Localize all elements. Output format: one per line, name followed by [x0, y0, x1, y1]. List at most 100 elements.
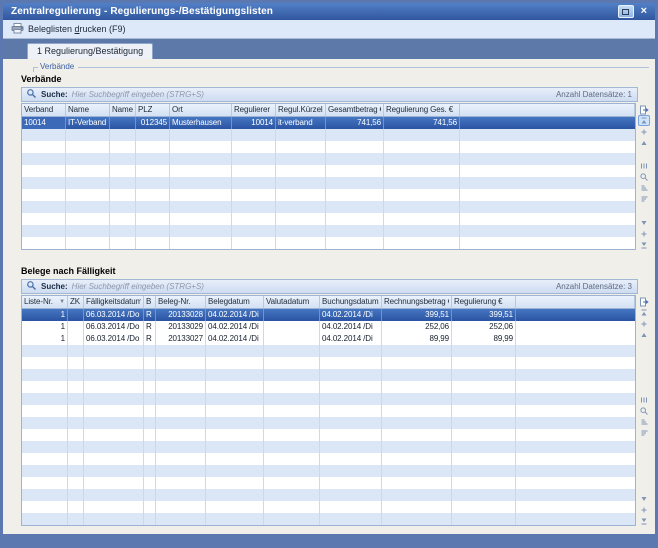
beleg-row[interactable]: 1 06.03.2014 /Do R 20133027 04.02.2014 /…	[22, 333, 635, 345]
sort-ascending-icon[interactable]	[638, 417, 650, 428]
cell-beleg-nr: 20133029	[156, 321, 206, 333]
cell-buchungsdatum: 04.02.2014 /Di	[320, 333, 382, 345]
cell-faelligkeitsdatum: 06.03.2014 /Do	[84, 309, 144, 321]
sort-ascending-icon[interactable]	[638, 183, 650, 194]
empty-row[interactable]	[22, 405, 635, 417]
empty-row[interactable]	[22, 369, 635, 381]
column-options-icon[interactable]	[638, 161, 650, 172]
groupbox-corner	[33, 67, 38, 72]
empty-row[interactable]	[22, 477, 635, 489]
column-header[interactable]: B	[144, 296, 156, 308]
cell-rechnungsbetrag: 252,06	[382, 321, 452, 333]
column-header[interactable]: Fälligkeitsdatum	[84, 296, 144, 308]
append-row-icon[interactable]	[638, 504, 650, 515]
empty-row[interactable]	[22, 237, 635, 249]
export-icon[interactable]	[638, 296, 650, 307]
empty-row[interactable]	[22, 489, 635, 501]
empty-row[interactable]	[22, 141, 635, 153]
nav-last-icon[interactable]	[638, 515, 650, 526]
empty-row[interactable]	[22, 213, 635, 225]
verbaende-searchbar: Suche: Anzahl Datensätze: 1	[21, 87, 638, 102]
empty-row[interactable]	[22, 429, 635, 441]
empty-row[interactable]	[22, 393, 635, 405]
search-label: Suche:	[41, 282, 68, 291]
table-verbaende: Verband Name Name 2 PLZ Ort Regulierer R…	[21, 103, 636, 250]
export-icon[interactable]	[638, 104, 650, 115]
cell-buchungsdatum: 04.02.2014 /Di	[320, 309, 382, 321]
column-header[interactable]: Valutadatum	[264, 296, 320, 308]
column-header[interactable]: Regulierung €	[452, 296, 516, 308]
sort-descending-icon[interactable]	[638, 194, 650, 205]
nav-previous-icon[interactable]	[638, 329, 650, 340]
insert-row-icon[interactable]	[638, 318, 650, 329]
empty-row[interactable]	[22, 177, 635, 189]
empty-row[interactable]	[22, 345, 635, 357]
close-button[interactable]: ×	[639, 5, 649, 18]
belege-tablezone: Liste-Nr.▼ ZK Fälligkeitsdatum B Beleg-N…	[21, 295, 651, 526]
cell-valutadatum	[264, 309, 320, 321]
search-input[interactable]	[72, 89, 552, 101]
search-input[interactable]	[72, 281, 552, 293]
record-count: Anzahl Datensätze: 3	[556, 282, 632, 291]
nav-next-icon[interactable]	[638, 217, 650, 228]
window: Zentralregulierung - Regulierungs-/Bestä…	[0, 0, 658, 548]
belege-heading: Belege nach Fälligkeit	[21, 266, 651, 276]
column-header[interactable]: Name 2	[110, 104, 136, 116]
empty-row[interactable]	[22, 189, 635, 201]
empty-row[interactable]	[22, 441, 635, 453]
column-header[interactable]: ZK	[68, 296, 84, 308]
insert-row-icon[interactable]	[638, 126, 650, 137]
column-header[interactable]: Gesamtbetrag €	[326, 104, 384, 116]
cell-faelligkeitsdatum: 06.03.2014 /Do	[84, 321, 144, 333]
belege-searchbar: Suche: Anzahl Datensätze: 3	[21, 279, 638, 294]
restore-button[interactable]	[618, 5, 634, 18]
empty-row[interactable]	[22, 501, 635, 513]
column-options-icon[interactable]	[638, 395, 650, 406]
column-header[interactable]: Regulierer	[232, 104, 276, 116]
empty-row[interactable]	[22, 165, 635, 177]
empty-row[interactable]	[22, 513, 635, 525]
sort-descending-icon[interactable]	[638, 428, 650, 439]
cell-b: R	[144, 309, 156, 321]
empty-row[interactable]	[22, 465, 635, 477]
zoom-search-icon[interactable]	[638, 406, 650, 417]
empty-row[interactable]	[22, 201, 635, 213]
empty-row[interactable]	[22, 225, 635, 237]
nav-previous-icon[interactable]	[638, 137, 650, 148]
column-header[interactable]: Rechnungsbetrag €	[382, 296, 452, 308]
print-beleglisten-button[interactable]: Beleglisten drucken (F9)	[7, 21, 133, 38]
cell-rechnungsbetrag: 399,51	[382, 309, 452, 321]
column-header[interactable]: Beleg-Nr.	[156, 296, 206, 308]
column-header[interactable]: PLZ	[136, 104, 170, 116]
empty-row[interactable]	[22, 417, 635, 429]
beleg-row[interactable]: 1 06.03.2014 /Do R 20133029 04.02.2014 /…	[22, 321, 635, 333]
cell-valutadatum	[264, 321, 320, 333]
nav-next-icon[interactable]	[638, 493, 650, 504]
cell-buchungsdatum: 04.02.2014 /Di	[320, 321, 382, 333]
search-icon	[26, 86, 37, 104]
nav-last-icon[interactable]	[638, 239, 650, 250]
column-header[interactable]: Ort	[170, 104, 232, 116]
verband-row-selected[interactable]: 10014 IT-Verband 012345 Musterhausen 100…	[22, 117, 635, 129]
zoom-search-icon[interactable]	[638, 172, 650, 183]
section-belege: Belege nach Fälligkeit Suche: Anzahl Dat…	[19, 266, 651, 526]
empty-row[interactable]	[22, 153, 635, 165]
nav-first-icon[interactable]	[638, 307, 650, 318]
column-header[interactable]: Regulierung Ges. €	[384, 104, 460, 116]
column-header-sorted[interactable]: Liste-Nr.▼	[22, 296, 68, 308]
empty-row[interactable]	[22, 357, 635, 369]
tab-regulierung-bestaetigung[interactable]: 1 Regulierung/Bestätigung	[27, 43, 153, 59]
append-row-icon[interactable]	[638, 228, 650, 239]
column-header[interactable]: Belegdatum	[206, 296, 264, 308]
empty-row[interactable]	[22, 129, 635, 141]
nav-first-icon[interactable]	[638, 115, 650, 126]
empty-row[interactable]	[22, 453, 635, 465]
column-header[interactable]: Name	[66, 104, 110, 116]
column-header[interactable]: Verband	[22, 104, 66, 116]
column-header-filler	[516, 296, 635, 308]
verbaende-tablezone: Verband Name Name 2 PLZ Ort Regulierer R…	[21, 103, 651, 250]
beleg-row-selected[interactable]: 1 06.03.2014 /Do R 20133028 04.02.2014 /…	[22, 309, 635, 321]
empty-row[interactable]	[22, 381, 635, 393]
column-header[interactable]: Regul.Kürzel	[276, 104, 326, 116]
column-header[interactable]: Buchungsdatum	[320, 296, 382, 308]
